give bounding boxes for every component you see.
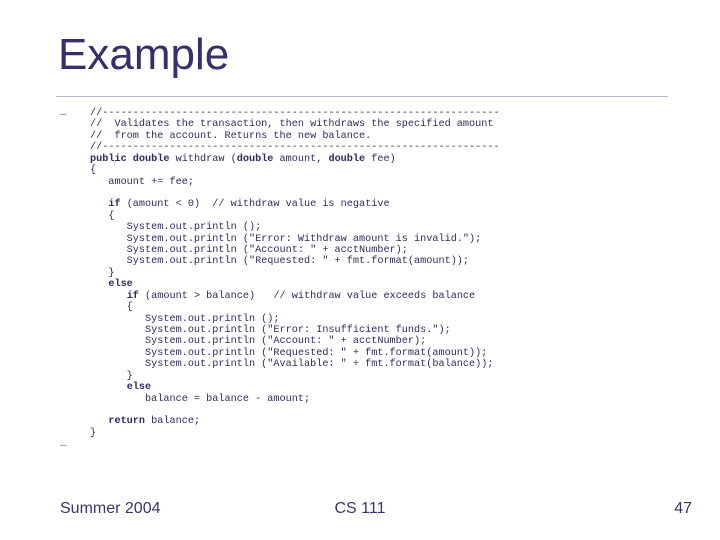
code-line: System.out.println (); — [90, 314, 280, 325]
code-text: (amount < 0) // withdraw value is negati… — [121, 199, 390, 210]
ellipsis-bottom: … — [60, 439, 90, 450]
keyword-return: return — [108, 416, 145, 427]
code-text: fee) — [365, 154, 396, 165]
code-line: System.out.println ("Error: Insufficient… — [90, 325, 451, 336]
code-line: balance = balance - amount; — [90, 394, 310, 405]
code-block: …//-------------------------------------… — [60, 108, 500, 451]
code-line: System.out.println ("Requested: " + fmt.… — [90, 348, 487, 359]
code-line: System.out.println ("Requested: " + fmt.… — [90, 256, 469, 267]
code-line: { — [90, 211, 114, 222]
footer-page-number: 47 — [674, 500, 692, 518]
code-line: System.out.println ("Account: " + acctNu… — [90, 336, 426, 347]
code-line: amount += fee; — [90, 177, 194, 188]
keyword-if: if — [127, 291, 139, 302]
keyword-if: if — [108, 199, 120, 210]
code-line: } — [90, 428, 96, 439]
code-line: System.out.println ("Available: " + fmt.… — [90, 359, 494, 370]
code-text — [90, 199, 108, 210]
keyword-public-double: public double — [90, 154, 169, 165]
code-line: } — [90, 268, 114, 279]
slide: Example …//-----------------------------… — [0, 0, 720, 540]
code-line: // from the account. Returns the new bal… — [90, 131, 371, 142]
ellipsis-top: … — [60, 108, 90, 119]
keyword-else: else — [127, 382, 151, 393]
code-line: } — [90, 371, 133, 382]
footer-center: CS 111 — [0, 500, 720, 518]
slide-title: Example — [58, 30, 229, 80]
code-line: System.out.println (); — [90, 222, 261, 233]
code-line: System.out.println ("Error: Withdraw amo… — [90, 234, 481, 245]
code-text — [90, 279, 108, 290]
code-text: amount, — [273, 154, 328, 165]
code-line: //--------------------------------------… — [90, 142, 500, 153]
keyword-double: double — [328, 154, 365, 165]
code-line: System.out.println ("Account: " + acctNu… — [90, 245, 408, 256]
code-line: //--------------------------------------… — [90, 108, 500, 119]
code-text: (amount > balance) // withdraw value exc… — [139, 291, 475, 302]
title-underline — [56, 96, 668, 97]
code-text — [90, 291, 127, 302]
code-line: // Validates the transaction, then withd… — [90, 119, 494, 130]
code-text: balance; — [145, 416, 200, 427]
keyword-double: double — [237, 154, 274, 165]
code-text — [90, 382, 127, 393]
code-text: withdraw ( — [169, 154, 236, 165]
keyword-else: else — [108, 279, 132, 290]
code-line: { — [90, 302, 133, 313]
code-text — [90, 416, 108, 427]
code-line: { — [90, 165, 96, 176]
